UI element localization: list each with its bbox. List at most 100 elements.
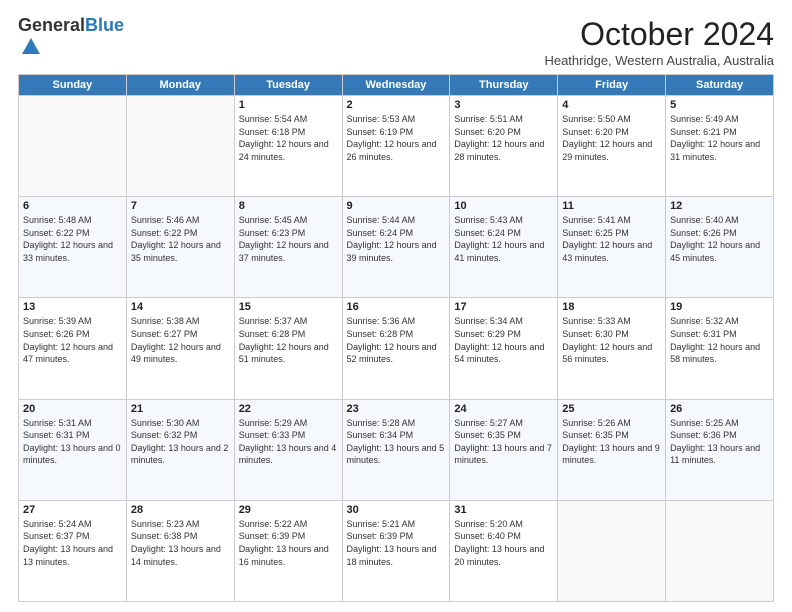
day-number: 6	[23, 200, 122, 212]
day-number: 3	[454, 99, 553, 111]
day-number: 31	[454, 504, 553, 516]
calendar-cell: 21 Sunrise: 5:30 AM Sunset: 6:32 PM Dayli…	[126, 399, 234, 500]
day-number: 28	[131, 504, 230, 516]
month-title: October 2024	[544, 16, 774, 53]
calendar-cell: 24Sunrise: 5:27 AM Sunset: 6:35 PM Dayli…	[450, 399, 558, 500]
calendar-cell: 26 Sunrise: 5:25 AM Sunset: 6:36 PM Dayli…	[666, 399, 774, 500]
day-info: Sunrise: 5:31 AM Sunset: 6:31 PM Dayligh…	[23, 417, 122, 467]
calendar-cell: 25 Sunrise: 5:26 AM Sunset: 6:35 PM Dayli…	[558, 399, 666, 500]
calendar-cell: 3 Sunrise: 5:51 AM Sunset: 6:20 PM Daylig…	[450, 96, 558, 197]
calendar-cell: 18Sunrise: 5:33 AM Sunset: 6:30 PM Dayli…	[558, 298, 666, 399]
day-info: Sunrise: 5:27 AM Sunset: 6:35 PM Dayligh…	[454, 417, 553, 467]
day-info: Sunrise: 5:23 AM Sunset: 6:38 PM Dayligh…	[131, 518, 230, 568]
day-info: Sunrise: 5:51 AM Sunset: 6:20 PM Dayligh…	[454, 113, 553, 163]
day-number: 20	[23, 403, 122, 415]
day-info: Sunrise: 5:50 AM Sunset: 6:20 PM Dayligh…	[562, 113, 661, 163]
calendar-cell: 31 Sunrise: 5:20 AM Sunset: 6:40 PM Dayli…	[450, 500, 558, 601]
calendar-cell: 28 Sunrise: 5:23 AM Sunset: 6:38 PM Dayli…	[126, 500, 234, 601]
calendar-cell: 7Sunrise: 5:46 AM Sunset: 6:22 PM Daylig…	[126, 197, 234, 298]
col-saturday: Saturday	[666, 75, 774, 96]
calendar-cell: 13 Sunrise: 5:39 AM Sunset: 6:26 PM Dayli…	[19, 298, 127, 399]
logo-general: General	[18, 15, 85, 35]
calendar-cell	[126, 96, 234, 197]
day-info: Sunrise: 5:28 AM Sunset: 6:34 PM Dayligh…	[347, 417, 446, 467]
day-info: Sunrise: 5:37 AM Sunset: 6:28 PM Dayligh…	[239, 315, 338, 365]
day-info: Sunrise: 5:41 AM Sunset: 6:25 PM Dayligh…	[562, 214, 661, 264]
day-number: 23	[347, 403, 446, 415]
day-number: 16	[347, 301, 446, 313]
day-info: Sunrise: 5:44 AM Sunset: 6:24 PM Dayligh…	[347, 214, 446, 264]
day-number: 1	[239, 99, 338, 111]
day-info: Sunrise: 5:26 AM Sunset: 6:35 PM Dayligh…	[562, 417, 661, 467]
day-number: 25	[562, 403, 661, 415]
day-info: Sunrise: 5:25 AM Sunset: 6:36 PM Dayligh…	[670, 417, 769, 467]
day-number: 17	[454, 301, 553, 313]
day-info: Sunrise: 5:53 AM Sunset: 6:19 PM Dayligh…	[347, 113, 446, 163]
day-info: Sunrise: 5:34 AM Sunset: 6:29 PM Dayligh…	[454, 315, 553, 365]
calendar-cell: 30 Sunrise: 5:21 AM Sunset: 6:39 PM Dayli…	[342, 500, 450, 601]
day-info: Sunrise: 5:39 AM Sunset: 6:26 PM Dayligh…	[23, 315, 122, 365]
day-number: 27	[23, 504, 122, 516]
day-info: Sunrise: 5:20 AM Sunset: 6:40 PM Dayligh…	[454, 518, 553, 568]
day-number: 9	[347, 200, 446, 212]
col-tuesday: Tuesday	[234, 75, 342, 96]
calendar-cell: 27 Sunrise: 5:24 AM Sunset: 6:37 PM Dayli…	[19, 500, 127, 601]
calendar-cell	[558, 500, 666, 601]
logo-blue: Blue	[85, 15, 124, 35]
title-block: October 2024 Heathridge, Western Austral…	[544, 16, 774, 68]
calendar-cell: 15Sunrise: 5:37 AM Sunset: 6:28 PM Dayli…	[234, 298, 342, 399]
day-number: 22	[239, 403, 338, 415]
day-number: 13	[23, 301, 122, 313]
day-number: 21	[131, 403, 230, 415]
calendar-cell: 1 Sunrise: 5:54 AM Sunset: 6:18 PM Daylig…	[234, 96, 342, 197]
day-number: 11	[562, 200, 661, 212]
day-number: 10	[454, 200, 553, 212]
logo: GeneralBlue	[18, 16, 124, 63]
col-sunday: Sunday	[19, 75, 127, 96]
day-info: Sunrise: 5:38 AM Sunset: 6:27 PM Dayligh…	[131, 315, 230, 365]
day-info: Sunrise: 5:24 AM Sunset: 6:37 PM Dayligh…	[23, 518, 122, 568]
calendar-cell	[666, 500, 774, 601]
day-info: Sunrise: 5:32 AM Sunset: 6:31 PM Dayligh…	[670, 315, 769, 365]
day-info: Sunrise: 5:29 AM Sunset: 6:33 PM Dayligh…	[239, 417, 338, 467]
day-info: Sunrise: 5:21 AM Sunset: 6:39 PM Dayligh…	[347, 518, 446, 568]
day-info: Sunrise: 5:30 AM Sunset: 6:32 PM Dayligh…	[131, 417, 230, 467]
calendar-cell: 23 Sunrise: 5:28 AM Sunset: 6:34 PM Dayli…	[342, 399, 450, 500]
day-number: 18	[562, 301, 661, 313]
day-info: Sunrise: 5:40 AM Sunset: 6:26 PM Dayligh…	[670, 214, 769, 264]
calendar-cell: 8 Sunrise: 5:45 AM Sunset: 6:23 PM Daylig…	[234, 197, 342, 298]
calendar-cell: 11 Sunrise: 5:41 AM Sunset: 6:25 PM Dayli…	[558, 197, 666, 298]
day-info: Sunrise: 5:22 AM Sunset: 6:39 PM Dayligh…	[239, 518, 338, 568]
calendar-cell: 22 Sunrise: 5:29 AM Sunset: 6:33 PM Dayli…	[234, 399, 342, 500]
day-number: 8	[239, 200, 338, 212]
col-thursday: Thursday	[450, 75, 558, 96]
day-number: 2	[347, 99, 446, 111]
day-number: 26	[670, 403, 769, 415]
calendar-page: GeneralBlue October 2024 Heathridge, Wes…	[0, 0, 792, 612]
calendar-cell: 14 Sunrise: 5:38 AM Sunset: 6:27 PM Dayli…	[126, 298, 234, 399]
col-wednesday: Wednesday	[342, 75, 450, 96]
calendar-cell: 2 Sunrise: 5:53 AM Sunset: 6:19 PM Daylig…	[342, 96, 450, 197]
col-friday: Friday	[558, 75, 666, 96]
location-subtitle: Heathridge, Western Australia, Australia	[544, 53, 774, 68]
day-number: 30	[347, 504, 446, 516]
day-number: 4	[562, 99, 661, 111]
page-header: GeneralBlue October 2024 Heathridge, Wes…	[18, 16, 774, 68]
calendar-cell: 12 Sunrise: 5:40 AM Sunset: 6:26 PM Dayli…	[666, 197, 774, 298]
calendar-table: Sunday Monday Tuesday Wednesday Thursday…	[18, 74, 774, 602]
calendar-cell: 19 Sunrise: 5:32 AM Sunset: 6:31 PM Dayli…	[666, 298, 774, 399]
day-info: Sunrise: 5:45 AM Sunset: 6:23 PM Dayligh…	[239, 214, 338, 264]
day-info: Sunrise: 5:46 AM Sunset: 6:22 PM Dayligh…	[131, 214, 230, 264]
calendar-cell: 6 Sunrise: 5:48 AM Sunset: 6:22 PM Daylig…	[19, 197, 127, 298]
day-number: 19	[670, 301, 769, 313]
day-number: 12	[670, 200, 769, 212]
day-info: Sunrise: 5:54 AM Sunset: 6:18 PM Dayligh…	[239, 113, 338, 163]
col-monday: Monday	[126, 75, 234, 96]
day-number: 14	[131, 301, 230, 313]
calendar-cell: 16Sunrise: 5:36 AM Sunset: 6:28 PM Dayli…	[342, 298, 450, 399]
calendar-cell: 29Sunrise: 5:22 AM Sunset: 6:39 PM Dayli…	[234, 500, 342, 601]
calendar-cell: 5Sunrise: 5:49 AM Sunset: 6:21 PM Daylig…	[666, 96, 774, 197]
day-info: Sunrise: 5:48 AM Sunset: 6:22 PM Dayligh…	[23, 214, 122, 264]
calendar-cell	[19, 96, 127, 197]
logo-icon	[20, 36, 42, 58]
